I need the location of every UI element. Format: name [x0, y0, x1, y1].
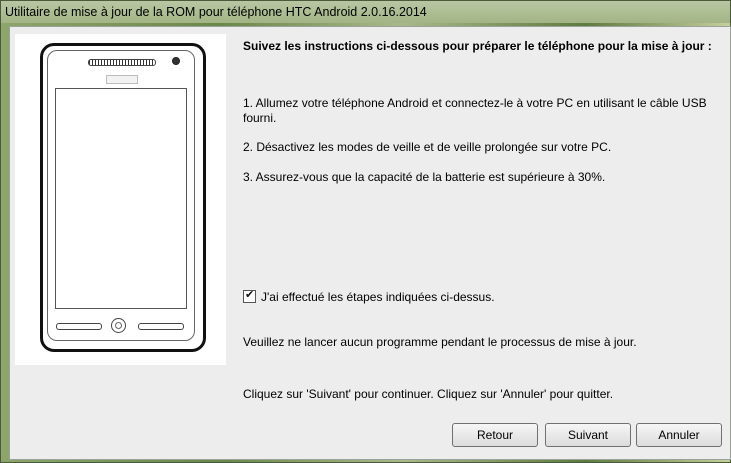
cancel-button[interactable]: Annuler: [636, 423, 722, 447]
updater-window: Utilitaire de mise à jour de la ROM pour…: [0, 0, 731, 463]
next-button[interactable]: Suivant: [545, 423, 631, 447]
phone-illustration: [40, 43, 206, 352]
warning-text: Veuillez ne lancer aucun programme penda…: [243, 335, 637, 349]
checkmark-icon[interactable]: [243, 288, 256, 303]
phone-home-button: [111, 318, 126, 333]
phone-camera: [172, 57, 180, 65]
instruction-step-1: 1. Allumez votre téléphone Android et co…: [243, 96, 707, 125]
phone-illustration-panel: [15, 34, 226, 365]
instructions-heading: Suivez les instructions ci-dessous pour …: [243, 39, 712, 53]
navigation-hint: Cliquez sur 'Suivant' pour continuer. Cl…: [243, 387, 614, 401]
phone-screen: [55, 88, 187, 309]
phone-nav-right: [138, 323, 184, 330]
confirmation-checkbox-label[interactable]: J'ai effectué les étapes indiquées ci-de…: [261, 290, 495, 304]
dialog-body: Suivez les instructions ci-dessous pour …: [9, 26, 731, 460]
window-title: Utilitaire de mise à jour de la ROM pour…: [5, 5, 427, 19]
instruction-step-3: 3. Assurez-vous que la capacité de la ba…: [243, 170, 606, 184]
phone-logo: [106, 75, 138, 84]
phone-bezel: [47, 50, 195, 341]
phone-speaker: [88, 59, 156, 66]
phone-nav-left: [56, 323, 102, 330]
back-button[interactable]: Retour: [452, 423, 538, 447]
title-bar[interactable]: Utilitaire de mise à jour de la ROM pour…: [1, 1, 730, 23]
confirmation-checkbox-row[interactable]: J'ai effectué les étapes indiquées ci-de…: [243, 288, 495, 304]
instruction-step-2: 2. Désactivez les modes de veille et de …: [243, 140, 612, 154]
